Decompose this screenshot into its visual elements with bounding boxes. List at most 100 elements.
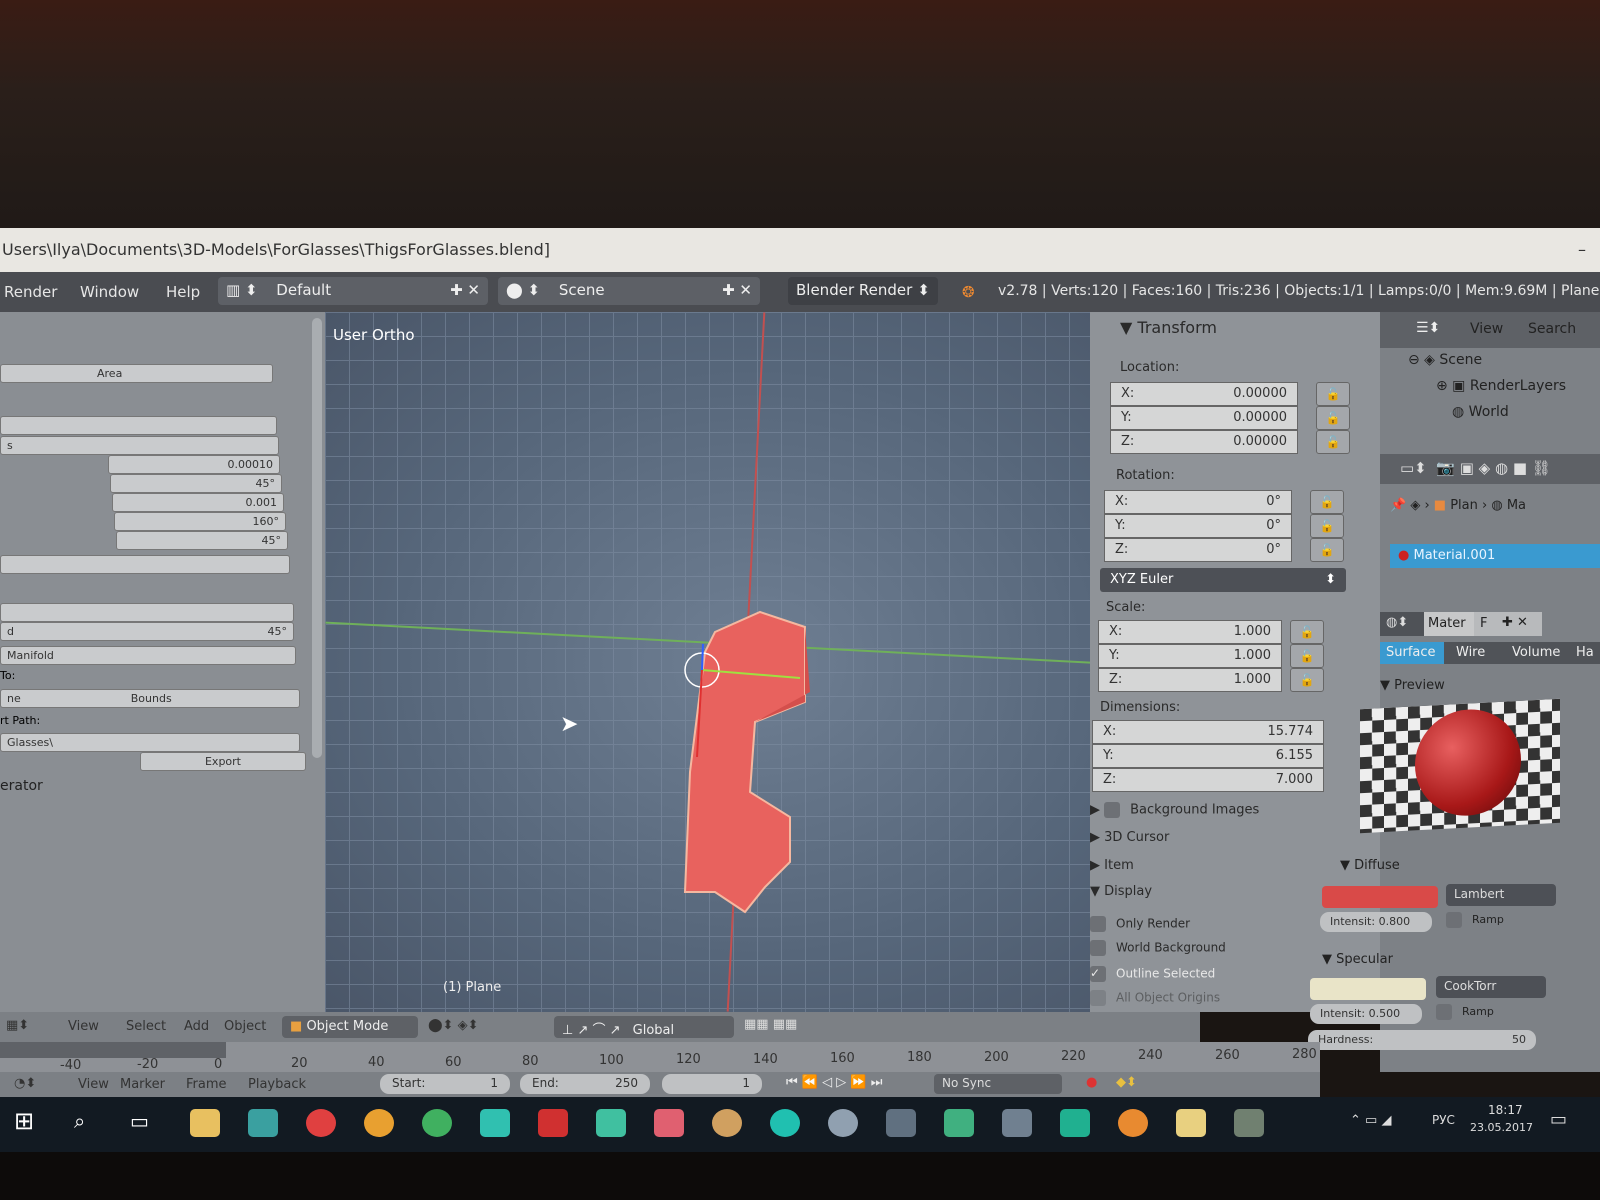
blender-taskbar-icon[interactable] [1118, 1109, 1148, 1137]
app-icon[interactable] [770, 1109, 800, 1137]
outliner-search-menu[interactable]: Search [1528, 321, 1576, 337]
menu-view[interactable]: View [68, 1019, 99, 1034]
3d-viewport[interactable]: User Ortho ➤ (1) Plane [325, 312, 1105, 1012]
material-slot[interactable]: ● Material.001 [1390, 544, 1600, 568]
menu-render[interactable]: Render [4, 283, 57, 301]
scene-selector[interactable]: ⬤ ⬍ Scene ✚ ✕ [498, 277, 760, 305]
3d-cursor-panel[interactable]: ▶ 3D Cursor [1090, 830, 1169, 845]
tray-icons[interactable]: ⌃ ▭ ◢ [1350, 1113, 1391, 1128]
app-icon[interactable] [712, 1109, 742, 1137]
hardness-slider[interactable]: Hardness: 50 [1308, 1030, 1536, 1050]
app-icon[interactable] [306, 1109, 336, 1137]
dimension-y-field[interactable]: Y: 6.155 [1092, 744, 1324, 768]
menu-window[interactable]: Window [80, 283, 139, 301]
app-icon[interactable] [596, 1109, 626, 1137]
tool-shelf-scrollbar[interactable] [312, 318, 322, 758]
language-indicator[interactable]: РУС [1432, 1113, 1455, 1127]
value-field[interactable]: 45° [110, 474, 282, 493]
world-background-checkbox[interactable]: World Background [1090, 940, 1226, 956]
scale-x-field[interactable]: X: 1.000 [1098, 620, 1282, 644]
current-frame-field[interactable]: 1 [662, 1074, 762, 1094]
lock-icon[interactable]: 🔓 [1310, 514, 1344, 538]
outliner-type-icon[interactable]: ☰⬍ [1416, 320, 1440, 336]
shading-dropdown[interactable]: ⬤⬍ ◈⬍ [428, 1018, 478, 1033]
outliner-view-menu[interactable]: View [1470, 321, 1503, 337]
location-y-field[interactable]: Y: 0.00000 [1110, 406, 1298, 430]
search-icon[interactable]: ⌕ [74, 1109, 85, 1133]
background-images-panel[interactable]: ▶ Background Images [1090, 802, 1259, 818]
chrome-icon[interactable] [422, 1109, 452, 1137]
outliner-scene[interactable]: ⊖ ◈ Scene [1408, 352, 1482, 368]
manipulator-orientation-dropdown[interactable]: ⊥ ↗ ⌒ ↗ Global [554, 1016, 734, 1038]
start-frame-field[interactable]: Start: 1 [380, 1074, 510, 1094]
tab-wire[interactable]: Wire [1444, 642, 1506, 664]
monitor-app-icon[interactable] [248, 1109, 278, 1137]
playback-controls[interactable]: ⏮ ⏪ ◁ ▷ ⏩ ⏭ [786, 1075, 882, 1090]
outliner-renderlayers[interactable]: ⊕ ▣ RenderLayers [1436, 378, 1566, 394]
layout-selector[interactable]: ▥ ⬍ Default ✚ ✕ [218, 277, 488, 305]
dimension-x-field[interactable]: X: 15.774 [1092, 720, 1324, 744]
app-icon[interactable] [538, 1109, 568, 1137]
menu-frame[interactable]: Frame [186, 1077, 227, 1092]
timeline[interactable]: -40 -20 0 20 40 60 80 100 120 140 160 180 200 220 240 2… [0, 1042, 1320, 1097]
blank-row[interactable] [0, 555, 290, 574]
add-remove-scene-icons[interactable]: ✚ ✕ [722, 281, 752, 299]
layer-buttons[interactable]: ▦▦ ▦▦ [744, 1017, 797, 1032]
specular-intensity-slider[interactable]: Intensit: 0.500 [1310, 1004, 1422, 1024]
area-row[interactable]: Area [0, 364, 273, 383]
app-icon[interactable] [1234, 1109, 1264, 1137]
specular-ramp-checkbox[interactable]: Ramp [1436, 1004, 1494, 1020]
item-panel[interactable]: ▶ Item [1090, 858, 1134, 873]
app-icon[interactable] [944, 1109, 974, 1137]
app-icon[interactable] [654, 1109, 684, 1137]
location-x-field[interactable]: X: 0.00000 [1110, 382, 1298, 406]
lock-icon[interactable]: 🔓 [1316, 430, 1350, 454]
transform-header[interactable]: ▼ Transform [1120, 318, 1217, 337]
diffuse-color-swatch[interactable] [1322, 886, 1438, 908]
breadcrumb-material[interactable]: Ma [1507, 498, 1526, 513]
diffuse-ramp-checkbox[interactable]: Ramp [1446, 912, 1504, 928]
outline-selected-checkbox[interactable]: ✓ Outline Selected [1090, 966, 1215, 982]
diffuse-intensity-slider[interactable]: Intensit: 0.800 [1320, 912, 1432, 932]
rotation-x-field[interactable]: X: 0° [1104, 490, 1292, 514]
lock-icon[interactable]: 🔓 [1290, 620, 1324, 644]
export-path-field[interactable]: Glasses\ [0, 733, 300, 752]
location-z-field[interactable]: Z: 0.00000 [1110, 430, 1298, 454]
specular-panel[interactable]: ▼ Specular [1322, 952, 1393, 967]
scale-y-field[interactable]: Y: 1.000 [1098, 644, 1282, 668]
menu-object[interactable]: Object [224, 1019, 266, 1034]
editor-type-icon[interactable]: ▦⬍ [6, 1018, 29, 1033]
lock-icon[interactable]: 🔓 [1290, 644, 1324, 668]
preview-panel[interactable]: ▼ Preview [1380, 678, 1445, 693]
plane-object[interactable] [665, 592, 865, 952]
blank-row[interactable] [0, 416, 277, 435]
add-remove-layout-icons[interactable]: ✚ ✕ [450, 281, 480, 299]
outliner-world[interactable]: ◍ World [1452, 404, 1509, 420]
app-icon[interactable] [886, 1109, 916, 1137]
record-button[interactable]: ● [1086, 1075, 1097, 1090]
mode-dropdown[interactable]: ■ Object Mode [282, 1016, 418, 1038]
menu-marker[interactable]: Marker [120, 1077, 165, 1092]
clock-time[interactable]: 18:17 [1488, 1103, 1523, 1117]
only-render-checkbox[interactable]: Only Render [1090, 916, 1190, 932]
tab-volume[interactable]: Volume [1506, 642, 1572, 664]
editor-type-icon[interactable]: ◔⬍ [14, 1076, 36, 1091]
add-remove-material-icons[interactable]: ✚ ✕ [1496, 612, 1542, 636]
minimize-button[interactable]: – [1578, 228, 1586, 272]
export-button[interactable]: Export [140, 752, 306, 771]
task-view-icon[interactable]: ▭ [130, 1109, 149, 1133]
manifold-toggle[interactable]: Manifold [0, 646, 296, 665]
dimension-z-field[interactable]: Z: 7.000 [1092, 768, 1324, 792]
bounds-row[interactable]: ne Bounds [0, 689, 300, 708]
clock-date[interactable]: 23.05.2017 [1470, 1121, 1533, 1134]
sync-dropdown[interactable]: No Sync [934, 1074, 1062, 1094]
app-icon[interactable] [480, 1109, 510, 1137]
lock-icon[interactable]: 🔓 [1290, 668, 1324, 692]
tab-surface[interactable]: Surface [1380, 642, 1444, 664]
lock-icon[interactable]: 🔓 [1316, 406, 1350, 430]
diffuse-panel[interactable]: ▼ Diffuse [1340, 858, 1400, 873]
menu-help[interactable]: Help [166, 283, 200, 301]
lock-icon[interactable]: 🔓 [1316, 382, 1350, 406]
keyframe-icon[interactable]: ◆⬍ [1116, 1075, 1137, 1090]
app-icon[interactable] [1176, 1109, 1206, 1137]
